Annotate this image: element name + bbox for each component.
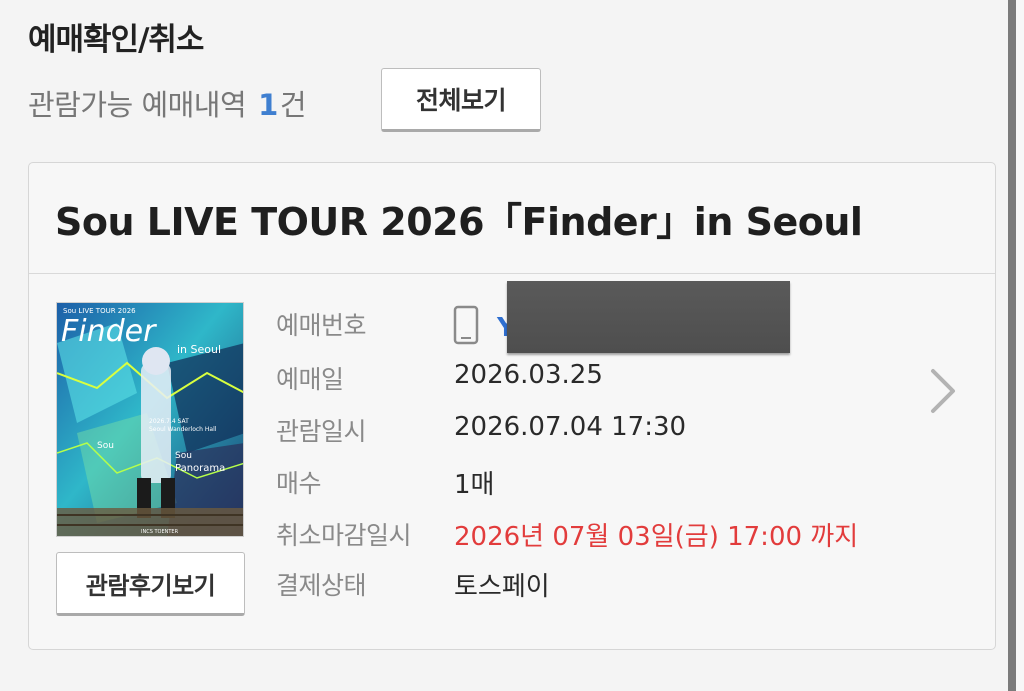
cancel-deadline: 2026년 07월 03일(금) 17:00 까지 [454, 522, 859, 552]
info-row-payment-status: 결제상태 토스페이 [29, 566, 929, 606]
mobile-ticket-icon [453, 305, 479, 349]
event-title: Sou LIVE TOUR 2026「Finder」in Seoul [55, 199, 863, 244]
scrollbar[interactable] [1008, 0, 1016, 691]
info-label: 관람일시 [276, 417, 367, 446]
card-header: Sou LIVE TOUR 2026「Finder」in Seoul [29, 163, 995, 274]
info-label: 예매일 [276, 365, 344, 394]
info-row-cancel-deadline: 취소마감일시 2026년 07월 03일(금) 17:00 까지 [29, 516, 929, 556]
booking-date: 2026.03.25 [454, 360, 603, 390]
summary-count: 1 [258, 88, 278, 122]
redacted-ticket-number [507, 281, 790, 353]
scroll-edge [1016, 0, 1024, 691]
show-datetime: 2026.07.04 17:30 [454, 412, 687, 442]
view-all-button[interactable]: 전체보기 [381, 68, 541, 132]
info-row-ticket-number: 예매번호 [29, 305, 929, 349]
poster-guest-right-1: Sou [175, 451, 192, 461]
reservation-card[interactable]: Sou LIVE TOUR 2026「Finder」in Seoul Sou L… [28, 162, 996, 650]
info-label: 예매번호 [276, 311, 367, 340]
chevron-right-icon[interactable] [927, 367, 957, 419]
info-label: 결제상태 [276, 571, 367, 600]
payment-status: 토스페이 [454, 572, 550, 602]
summary-unit: 건 [279, 88, 307, 122]
info-row-booking-date: 예매일 2026.03.25 [29, 360, 929, 400]
info-row-show-datetime: 관람일시 2026.07.04 17:30 [29, 412, 929, 452]
ticket-count: 1매 [454, 470, 495, 500]
page-title: 예매확인/취소 [28, 22, 204, 58]
reservation-summary: 관람가능 예매내역 1 건 [28, 82, 307, 124]
info-row-ticket-count: 매수 1매 [29, 464, 929, 504]
info-label: 취소마감일시 [276, 521, 412, 550]
summary-label: 관람가능 예매내역 [28, 88, 247, 122]
info-label: 매수 [276, 469, 322, 498]
